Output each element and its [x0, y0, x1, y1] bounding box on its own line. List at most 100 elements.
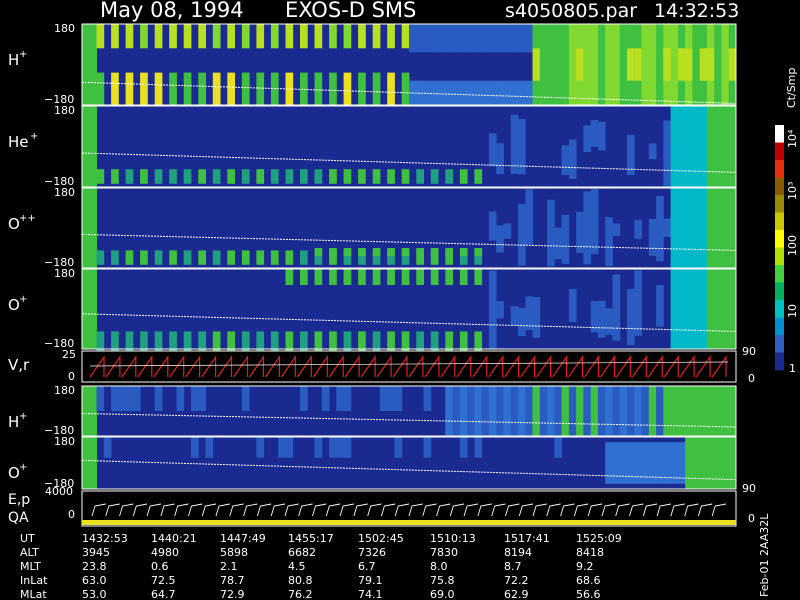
heatmap-cell — [198, 331, 206, 352]
panel-2-top-tick: 180 — [54, 104, 75, 117]
heatmap-cell — [554, 437, 562, 458]
heatmap-cell — [590, 386, 599, 436]
x-axis-value: 64.7 — [151, 588, 176, 600]
x-axis-value: 79.1 — [358, 574, 383, 587]
heatmap-cell — [314, 331, 323, 352]
heatmap-cell — [605, 24, 613, 105]
heatmap-cell — [169, 250, 177, 265]
heatmap-cell — [554, 386, 562, 436]
heatmap-cell — [510, 80, 519, 105]
heatmap-cell — [82, 437, 90, 489]
heatmap-cell — [568, 288, 577, 323]
heatmap-cell — [503, 24, 512, 53]
heatmap-cell — [89, 106, 97, 187]
heatmap-cell — [467, 24, 475, 53]
x-axis-value: 1502:45 — [358, 532, 404, 545]
heatmap-cell — [132, 386, 141, 411]
heatmap-cell — [423, 24, 432, 53]
heatmap-cell — [118, 386, 126, 411]
plot-time: 14:32:53 — [654, 0, 739, 22]
heatmap-cell — [525, 80, 533, 105]
heatmap-cell — [656, 285, 664, 327]
heatmap-cell — [692, 386, 701, 436]
heatmap-cell — [518, 24, 526, 53]
plot-file: s4050805.par — [505, 0, 637, 22]
colorbar-tick-1000: 10³ — [786, 182, 799, 200]
heatmap-cell — [241, 331, 250, 352]
x-axis-value: 7326 — [358, 546, 386, 559]
heatmap-cell — [692, 269, 701, 349]
colorbar-segment — [775, 265, 784, 283]
x-axis-value: 68.6 — [576, 574, 601, 587]
heatmap-cell — [605, 217, 613, 267]
colorbar-segment — [775, 125, 784, 143]
heatmap-cell — [140, 24, 148, 49]
heatmap-cell — [329, 72, 337, 105]
heatmap-cell — [416, 269, 424, 285]
heatmap-cell — [125, 331, 134, 352]
heatmap-cell — [496, 24, 504, 53]
heatmap-cell — [329, 331, 337, 352]
x-axis-value: 76.2 — [288, 588, 313, 600]
colorbar-segment — [775, 352, 784, 371]
heatmap-cell — [648, 24, 657, 105]
heatmap-cell — [256, 169, 265, 184]
heatmap-cell — [699, 269, 708, 349]
heatmap-cell — [183, 331, 192, 352]
heatmap-cell — [634, 386, 642, 436]
heatmap-cell — [663, 48, 671, 81]
heatmap-cell — [692, 188, 701, 268]
heatmap-cell — [430, 24, 439, 53]
heatmap-cell — [96, 331, 105, 352]
heatmap-cell — [605, 308, 613, 335]
heatmap-cell — [459, 386, 468, 436]
heatmap-cell — [459, 269, 468, 285]
heatmap-cell — [445, 169, 453, 184]
energy-left-tick-zero: 0 — [68, 508, 75, 521]
colorbar-segment — [775, 177, 784, 196]
heatmap-cell — [387, 72, 395, 105]
heatmap-cell — [583, 191, 592, 265]
heatmap-cell — [430, 331, 439, 352]
heatmap-cell — [692, 437, 701, 489]
heatmap-cell — [358, 269, 366, 285]
panel-5-label-sup: + — [19, 411, 27, 422]
heatmap-cell — [605, 442, 613, 484]
heatmap-cell — [627, 442, 635, 484]
heatmap-cell — [518, 80, 526, 105]
heatmap-cell — [430, 248, 439, 256]
heatmap-cell — [634, 48, 642, 81]
plot-instrument: EXOS-D SMS — [285, 0, 416, 22]
x-axis-value: 3945 — [82, 546, 110, 559]
x-axis-row-name: MLT — [20, 560, 41, 573]
heatmap-cell — [663, 218, 671, 237]
heatmap-cell — [256, 437, 265, 458]
heatmap-cell — [488, 133, 497, 167]
heatmap-cell — [96, 72, 105, 105]
panel-2: He +180−180 — [8, 104, 737, 188]
heatmap-cell — [300, 331, 308, 352]
heatmap-cell — [270, 169, 279, 184]
heatmap-cell — [656, 196, 664, 262]
panel-4: O +180−180 — [8, 267, 737, 352]
heatmap-cell — [452, 24, 461, 53]
x-axis-value: 1525:09 — [576, 532, 622, 545]
heatmap-cell — [314, 24, 323, 49]
panel-5-top-tick: 180 — [54, 384, 75, 397]
heatmap-cell — [467, 386, 475, 436]
x-axis-value: 72.2 — [504, 574, 529, 587]
panel-5: H +180−180 — [8, 384, 737, 437]
heatmap-cell — [467, 80, 475, 105]
heatmap-cell — [416, 24, 424, 53]
heatmap-cell — [176, 386, 185, 411]
heatmap-cell — [597, 24, 606, 105]
colorbar-segment — [775, 317, 784, 336]
heatmap-cell — [300, 169, 308, 184]
heatmap-cell — [343, 269, 352, 285]
ion-panels: H +180−180He +180−180O ++180−180O +180−180H +… — [8, 22, 737, 490]
heatmap-cell — [401, 169, 410, 184]
heatmap-cell — [474, 269, 483, 285]
heatmap-cell — [656, 24, 664, 105]
heatmap-cell — [387, 386, 395, 411]
heatmap-cell — [554, 24, 562, 105]
